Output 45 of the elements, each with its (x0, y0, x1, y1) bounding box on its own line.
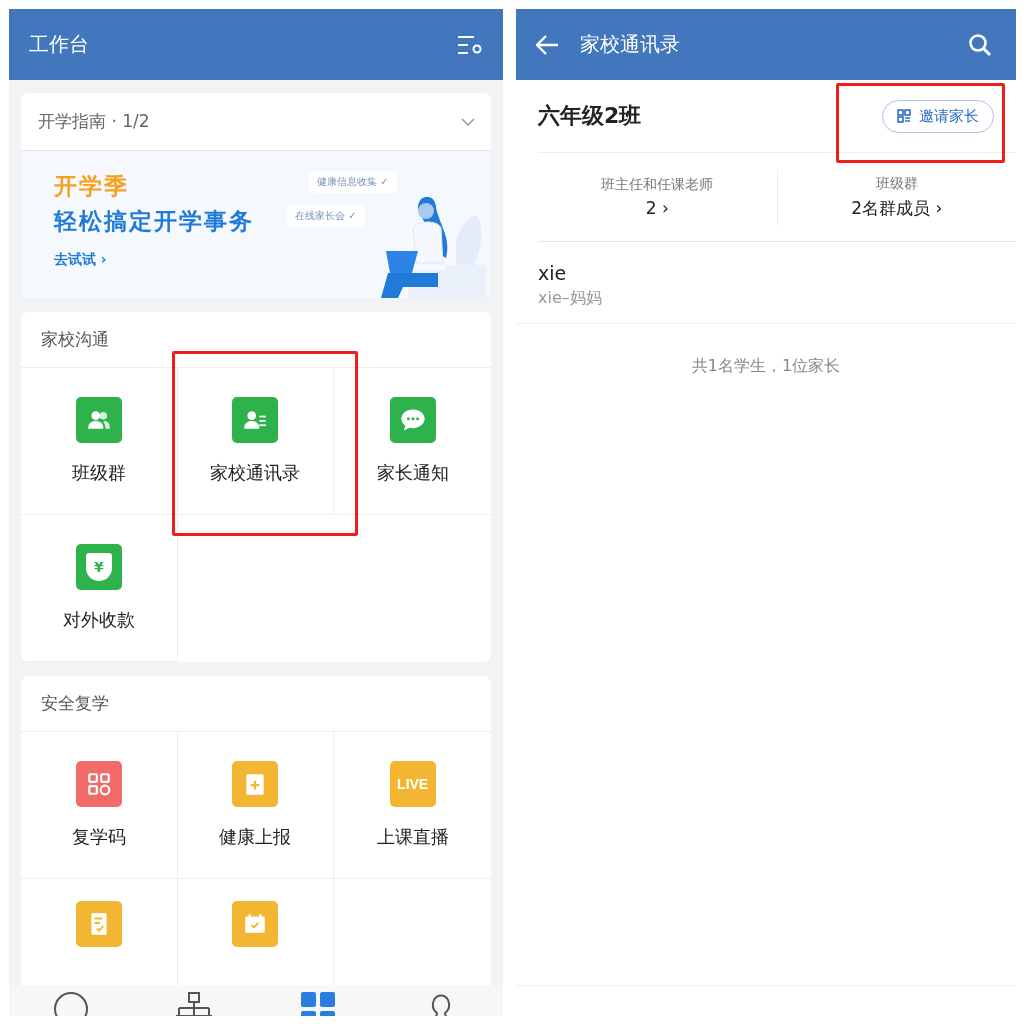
promo-banner[interactable]: 开学季 轻松搞定开学事务 去试试 › 健康信息收集 ✓ 在线家长会 ✓ (21, 151, 491, 298)
stat-value: 2名群成员 › (851, 196, 943, 220)
tile-label: 家校通讯录 (210, 461, 301, 485)
stat-item[interactable]: 班级群 2名群成员 › (777, 153, 1016, 241)
chevron-icon[interactable] (461, 117, 475, 126)
class-name: 六年级2班 (538, 102, 642, 130)
live-icon: LIVE (389, 761, 436, 807)
section-title: 家校沟通 (21, 312, 491, 368)
tile-label: 健康上报 (219, 825, 292, 849)
app-tile[interactable]: 健康上报 (177, 732, 335, 879)
stat-label: 班主任和任课老师 (601, 176, 714, 194)
banner-headline: 开学季 (54, 172, 129, 201)
back-arrow-icon[interactable] (536, 34, 558, 55)
stat-value: 2 › (645, 198, 669, 218)
app-tile[interactable]: 班级群 (21, 368, 178, 515)
feature-bubble: 在线家长会 ✓ (287, 205, 365, 227)
app-tile[interactable]: 家校通讯录 (177, 368, 335, 515)
search-icon[interactable] (968, 32, 992, 57)
tile-label: 对外收款 (62, 608, 135, 632)
section-title: 安全复学 (21, 676, 491, 732)
guide-title: 开学指南 · 1/2 (38, 110, 150, 133)
qr-code-icon (897, 109, 911, 123)
app-tile[interactable]: 家长通知 (334, 368, 491, 515)
student-row[interactable]: xie xie–妈妈 (516, 242, 1016, 324)
app-tile[interactable]: ¥ 对外收款 (21, 515, 178, 662)
feature-bubble: 健康信息收集 ✓ (309, 171, 397, 193)
tile-label: 复学码 (71, 825, 126, 849)
invite-parents-button[interactable]: 邀请家长 (882, 99, 994, 133)
header-title: 家校通讯录 (580, 31, 681, 58)
settings-icon[interactable] (457, 33, 483, 56)
tile-label: 家长通知 (376, 461, 449, 485)
summary-text: 共1名学生，1位家长 (690, 355, 842, 377)
org-chart-tab[interactable] (174, 989, 215, 1016)
stat-item[interactable]: 班主任和任课老师 2 › (538, 169, 778, 225)
student-name: xie (538, 262, 568, 284)
try-link[interactable]: 去试试 › (54, 251, 107, 269)
app-tile[interactable]: LIVE 上课直播 (334, 732, 491, 879)
app-tile[interactable]: 复学码 (21, 732, 178, 879)
tile-label: 上课直播 (376, 825, 449, 849)
parent-name: xie–妈妈 (538, 288, 603, 309)
yen-shield-icon: ¥ (75, 544, 122, 590)
header-title: 工作台 (29, 31, 90, 58)
tile-label: 班级群 (71, 461, 126, 485)
banner-subtitle: 轻松搞定开学事务 (54, 207, 254, 236)
stat-label: 班级群 (875, 174, 918, 193)
